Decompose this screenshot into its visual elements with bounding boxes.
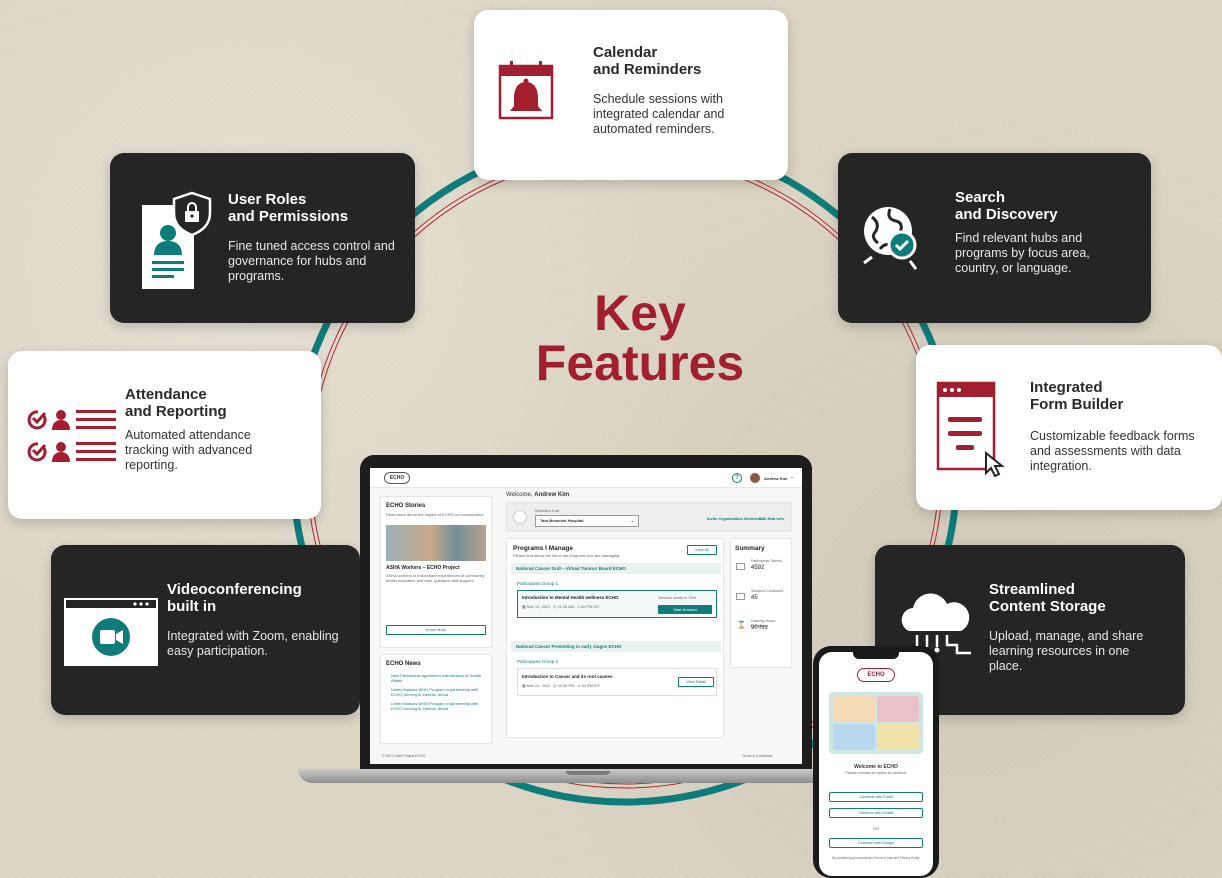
storage-feature-title: Streamlined Content Storage — [989, 581, 1106, 615]
search-feature-desc: Find relevant hubs and programs by focus… — [955, 231, 1090, 275]
calendar-icon: ▦ — [522, 604, 526, 609]
calendar-feature-desc: Schedule sessions with integrated calend… — [593, 92, 725, 136]
welcome-text: Welcome, Andrew Kim — [506, 492, 570, 498]
phone-welcome-title: Welcome to ECHO — [854, 764, 898, 770]
news-item[interactable]: New Partnership agreement with Ministry … — [391, 673, 487, 683]
summary-label: Participants Trained — [751, 559, 782, 563]
edit-hub-link[interactable]: Edit Hub Info — [759, 516, 784, 521]
group-label: Participants Group 1 — [517, 581, 559, 586]
session-status: Session starts in 20m — [658, 595, 697, 600]
hub-panel: Selected Hub Tata Memorial Hospital ⌄ Inv… — [506, 502, 792, 532]
attendance-feature-desc: Automated attendance tracking with advan… — [125, 428, 253, 472]
user-name[interactable]: Andrew Kim — [764, 476, 787, 481]
form-builder-feature-desc: Customizable feedback forms and assessme… — [1030, 429, 1195, 473]
phone-screen: ECHO Welcome to ECHO Please choose an op… — [819, 652, 933, 876]
search-feature-card: Search and Discovery Find relevant hubs a… — [838, 153, 1151, 323]
hub-logo — [513, 510, 527, 524]
user-roles-feature-desc: Fine tuned access control and governance… — [228, 239, 395, 283]
stories-panel: ECHO Stories Read more about the impact … — [380, 496, 492, 648]
clock-icon: ◷ — [552, 683, 557, 688]
clock-icon: ◷ — [552, 604, 557, 609]
group-label: Participants Group 2 — [517, 659, 559, 664]
phone-terms: By continuing you accept the Terms of Us… — [832, 856, 920, 860]
programs-subtitle: Please find below the list of the progra… — [513, 553, 620, 558]
phone-subtitle: Please choose an option to continue — [845, 771, 907, 775]
echo-logo: ECHO — [857, 668, 895, 682]
user-roles-feature-title: User Roles and Permissions — [228, 191, 349, 225]
news-panel: ECHO News New Partnership agreement with… — [380, 654, 492, 744]
session-card: Introduction to Cancer and its root caus… — [517, 668, 717, 696]
news-title: ECHO News — [386, 661, 421, 667]
or-divider: OR — [873, 826, 879, 831]
globe-search-icon — [863, 207, 918, 270]
invite-members-link[interactable]: Invite Organization Members — [707, 516, 762, 521]
laptop-screen: ECHO ? Andrew Kim ⌄ ECHO Stories Read mo… — [370, 468, 802, 764]
video-feature-title: Videoconferencing built in — [167, 581, 302, 615]
session-title: Introduction to Mental Health wellness E… — [522, 595, 619, 600]
help-icon[interactable]: ? — [732, 473, 742, 483]
calendar-feature-card: Calendar and Reminders Schedule sessions … — [474, 10, 788, 180]
video-camera-icon — [64, 598, 158, 666]
footer-terms-link[interactable]: Terms & Conditions — [742, 754, 772, 759]
session-date: ▦ Mar 10, 2021 ◷ 03:00 PM - 4:30 PM IST — [522, 683, 601, 688]
stories-title: ECHO Stories — [386, 503, 426, 509]
view-all-button[interactable]: View All — [687, 545, 717, 555]
form-builder-feature-title: Integrated Form Builder — [1030, 379, 1124, 413]
continue-email-button[interactable]: Continue with Email — [829, 792, 923, 802]
echo-logo: ECHO — [384, 472, 410, 484]
know-more-button[interactable]: Know More — [386, 625, 486, 635]
laptop-mockup: ECHO ? Andrew Kim ⌄ ECHO Stories Read mo… — [298, 455, 878, 785]
chevron-down-icon: ⌄ — [630, 518, 634, 523]
calendar-icon: ▦ — [522, 683, 526, 688]
phone-mockup: ECHO Welcome to ECHO Please choose an op… — [813, 646, 939, 878]
programs-title: Programs I Manage — [513, 545, 573, 552]
start-session-button[interactable]: Start Session — [658, 605, 712, 614]
session-card: Introduction to Mental Health wellness E… — [517, 590, 717, 618]
hourglass-icon: ⌛ — [737, 622, 746, 629]
attendance-check-icon — [27, 410, 116, 462]
phone-notch — [853, 652, 899, 659]
sessions-icon — [736, 593, 745, 600]
hub-label: Selected Hub — [535, 508, 560, 513]
attendance-feature-card: Attendance and Reporting Automated attend… — [8, 351, 321, 519]
story-text: ASHA workers in India share experiences … — [386, 573, 485, 583]
stories-subtitle: Read more about the impact of ECHO on co… — [386, 512, 484, 517]
calendar-bell-icon — [498, 61, 554, 120]
summary-panel: Summary Participants Trained 4592 Sessio… — [730, 538, 792, 668]
app-header: ECHO ? Andrew Kim ⌄ — [370, 468, 802, 488]
summary-title: Summary — [735, 545, 765, 552]
participants-icon — [736, 563, 745, 570]
continue-google-button[interactable]: Continue with Google — [829, 838, 923, 848]
summary-value: 4592 — [751, 565, 765, 571]
search-feature-title: Search and Discovery — [955, 189, 1058, 223]
form-builder-feature-card: Integrated Form Builder Customizable feed… — [916, 345, 1222, 510]
session-date: ▦ Mar 10, 2021 ◷ 11:30 AM - 1:30 PM IST — [522, 604, 600, 609]
hub-select[interactable]: Tata Memorial Hospital ⌄ — [535, 515, 639, 527]
news-item[interactable]: United Nations WHO Program in partnershi… — [391, 687, 487, 697]
programs-panel: Programs I Manage Please find below the … — [506, 538, 724, 738]
key-features-title: Key Features — [535, 285, 745, 391]
summary-label: Sessions Conducted — [751, 589, 784, 593]
attendance-feature-title: Attendance and Reporting — [125, 386, 227, 420]
story-title: ASHA Workers – ECHO Project — [386, 565, 460, 571]
footer-copyright: © 2021 UNM Project ECHO — [382, 754, 426, 758]
view-detail-button[interactable]: View Detail — [678, 677, 714, 687]
story-image — [386, 525, 486, 561]
avatar[interactable] — [750, 473, 760, 483]
storage-feature-desc: Upload, manage, and share learning resou… — [989, 629, 1144, 673]
chevron-down-icon[interactable]: ⌄ — [790, 474, 794, 480]
news-item[interactable]: United Nations WHO Program in partnershi… — [391, 701, 487, 711]
user-shield-icon — [142, 191, 212, 289]
laptop-notch — [566, 771, 610, 775]
program-title[interactable]: National Cancer Preventing in early stag… — [511, 641, 721, 652]
user-roles-feature-card: User Roles and Permissions Fine tuned acc… — [110, 153, 415, 323]
session-title: Introduction to Cancer and its root caus… — [522, 674, 613, 679]
welcome-illustration — [829, 692, 923, 754]
summary-value: 45 — [751, 595, 758, 601]
program-title[interactable]: National Cancer Grid – Virtual Tumour Bo… — [511, 563, 721, 574]
summary-value: 90 hrs — [751, 625, 768, 631]
form-builder-icon — [936, 381, 1005, 477]
continue-mobile-button[interactable]: Continue with Mobile — [829, 808, 923, 818]
calendar-feature-title: Calendar and Reminders — [593, 44, 702, 78]
